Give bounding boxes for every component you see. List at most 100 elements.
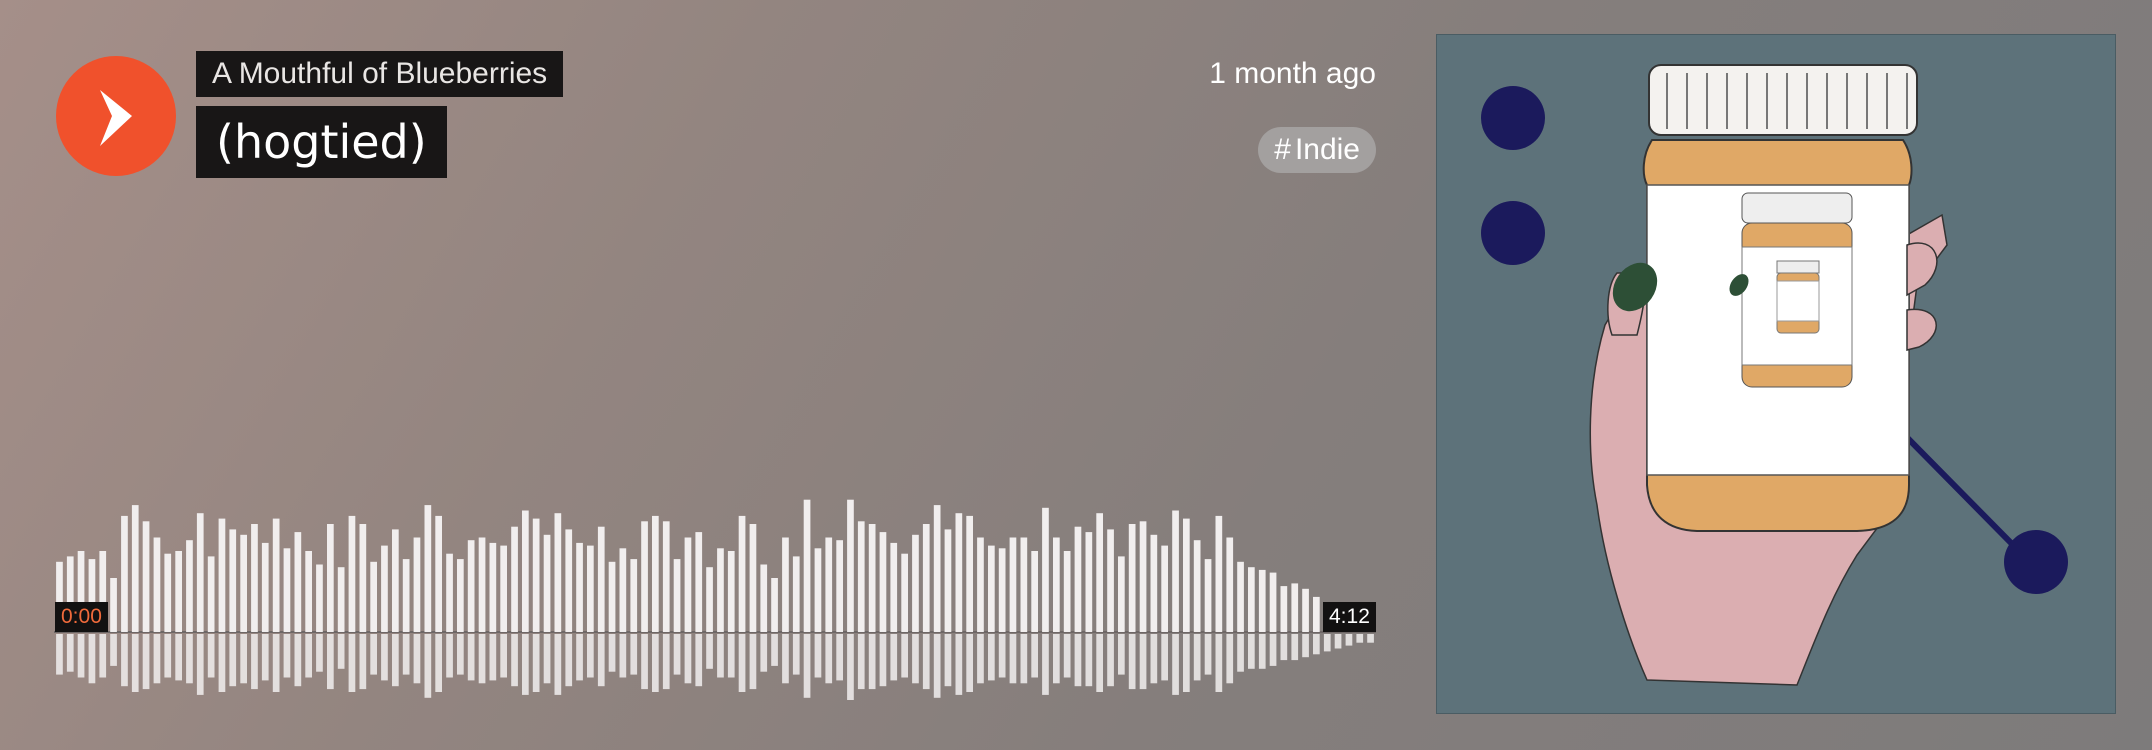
hash-icon: # — [1274, 133, 1291, 166]
waveform-bar-reflection — [1172, 634, 1179, 695]
waveform-bar — [922, 524, 930, 632]
waveform-bar — [261, 542, 269, 632]
waveform-bar — [435, 515, 442, 632]
waveform-bar-reflection — [348, 634, 356, 692]
waveform-bar-reflection — [457, 634, 464, 675]
waveform-bar-reflection — [933, 634, 941, 698]
waveform-bar-reflection — [597, 634, 605, 687]
waveform-bar-reflection — [500, 634, 507, 678]
waveform-bar — [641, 521, 648, 632]
waveform-bar-reflection — [652, 634, 659, 692]
waveform-bar-reflection — [207, 634, 215, 678]
waveform-bar — [1291, 583, 1299, 632]
waveform-bar — [1237, 561, 1244, 632]
waveform-bar-reflection — [879, 634, 887, 687]
waveform-bar-reflection — [511, 634, 518, 687]
waveform-bar-reflection — [435, 634, 442, 692]
waveform-bar — [467, 540, 475, 632]
waveform-bar — [608, 561, 616, 632]
waveform-bar — [749, 524, 757, 632]
waveform-bar — [1128, 524, 1136, 632]
waveform-bar — [792, 556, 800, 632]
waveform-bar-reflection — [1269, 634, 1277, 666]
waveform-bar — [836, 540, 843, 632]
waveform-bar — [164, 553, 172, 632]
waveform-bar-reflection — [1280, 634, 1288, 661]
waveform-bar-reflection — [673, 634, 681, 675]
waveform-bar — [1042, 507, 1049, 632]
waveform-bar — [532, 518, 540, 632]
waveform-bar — [706, 567, 713, 632]
waveform-bar-reflection — [402, 634, 410, 675]
waveform-bar-reflection — [695, 634, 703, 687]
waveform-bar-reflection — [543, 634, 551, 684]
waveform-bar — [966, 515, 973, 632]
waveform-bar — [890, 542, 898, 632]
artwork-illustration — [1481, 64, 2068, 686]
waveform-bar — [576, 542, 583, 632]
waveform-bar — [1020, 537, 1028, 632]
waveform-bar — [186, 540, 193, 632]
waveform-bar-reflection — [316, 634, 323, 672]
waveform-bar-reflection — [760, 634, 768, 672]
track-title[interactable]: (hogtied) — [196, 106, 447, 178]
waveform-bar-reflection — [565, 634, 573, 687]
waveform-bar — [1074, 526, 1082, 632]
waveform-bar — [478, 537, 486, 632]
genre-tag[interactable]: # Indie — [1258, 127, 1376, 173]
waveform-bar — [457, 559, 464, 632]
posted-time: 1 month ago — [1209, 57, 1376, 90]
waveform-bar-reflection — [988, 634, 995, 681]
waveform-bar-reflection — [424, 634, 432, 698]
waveform-bar-reflection — [142, 634, 150, 690]
waveform-bar — [1172, 510, 1179, 632]
waveform-bar-reflection — [77, 634, 85, 678]
waveform-bar — [1085, 532, 1093, 632]
waveform-bar-reflection — [131, 634, 139, 692]
waveform-bar — [554, 513, 562, 632]
play-button[interactable] — [56, 56, 176, 176]
waveform-bar — [988, 545, 995, 632]
waveform-bar-reflection — [554, 634, 562, 695]
waveform-bar — [1183, 518, 1190, 632]
genre-tag-label: Indie — [1294, 133, 1360, 166]
waveform[interactable] — [54, 470, 1376, 700]
waveform-bar-reflection — [218, 634, 226, 692]
artist-name[interactable]: A Mouthful of Blueberries — [196, 51, 564, 97]
artwork-dot — [1481, 86, 1545, 150]
waveform-bar — [879, 532, 887, 632]
waveform-bar-reflection — [196, 634, 204, 695]
waveform-bar — [1031, 551, 1038, 632]
waveform-bar — [1269, 572, 1277, 632]
waveform-bar — [272, 518, 280, 632]
waveform-bar-reflection — [782, 634, 789, 684]
waveform-bar-reflection — [1020, 634, 1028, 684]
waveform-bar — [327, 524, 334, 632]
waveform-bar — [619, 548, 627, 632]
waveform-bar — [370, 561, 377, 632]
waveform-bar — [1313, 596, 1320, 632]
waveform-bar-reflection — [662, 634, 670, 690]
waveform-bar-reflection — [467, 634, 475, 681]
waveform-bar — [630, 559, 638, 632]
waveform-bar — [673, 559, 681, 632]
waveform-bar-reflection — [66, 634, 74, 672]
waveform-bar — [218, 518, 226, 632]
waveform-bar — [717, 548, 724, 632]
waveform-bar — [1226, 537, 1234, 632]
album-artwork[interactable] — [1436, 34, 2116, 714]
waveform-bar-reflection — [738, 634, 746, 692]
waveform-bar-reflection — [164, 634, 172, 678]
waveform-bar-reflection — [1053, 634, 1060, 684]
waveform-bar — [771, 578, 778, 632]
waveform-bar-reflection — [1193, 634, 1201, 681]
waveform-bar-reflection — [717, 634, 724, 678]
waveform-bar — [760, 564, 768, 632]
waveform-bar — [1053, 537, 1060, 632]
play-icon — [100, 90, 132, 146]
waveform-bar — [424, 505, 432, 632]
waveform-bar-reflection — [56, 634, 63, 675]
waveform-bar-reflection — [684, 634, 692, 684]
waveform-bar-reflection — [922, 634, 930, 690]
waveform-bar-reflection — [1074, 634, 1082, 687]
